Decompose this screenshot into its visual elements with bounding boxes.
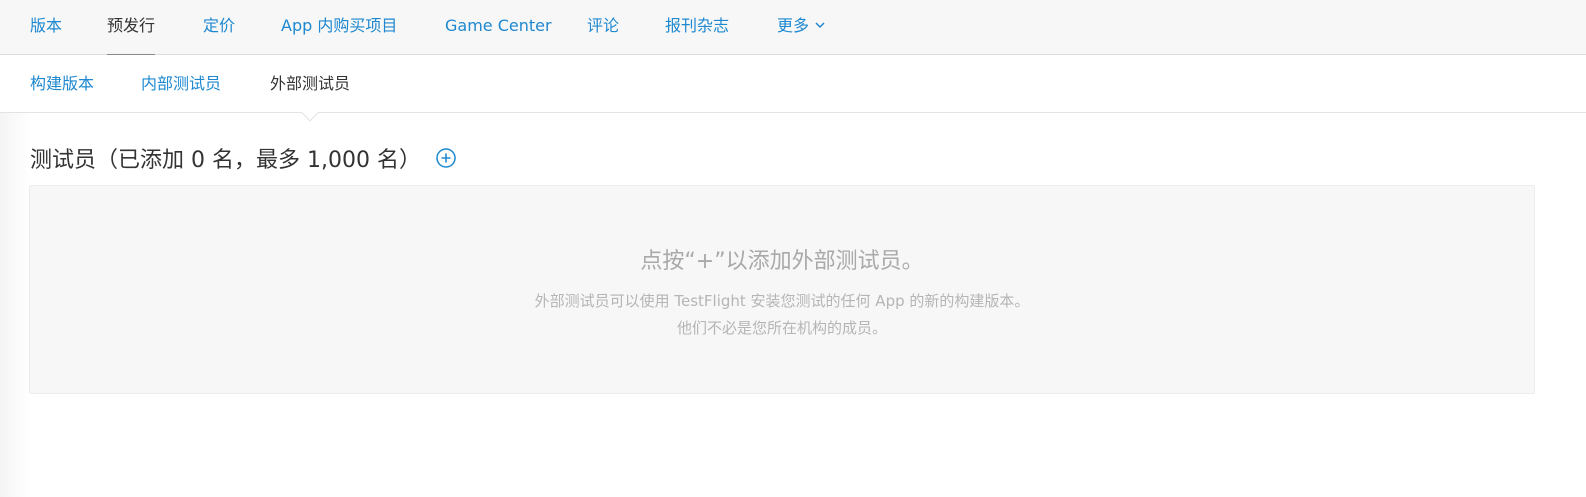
page: 版本 预发行 定价 App 内购买项目 Game Center 评论 报刊杂志 … <box>0 0 1586 497</box>
empty-state-description: 外部测试员可以使用 TestFlight 安装您测试的任何 App 的新的构建版… <box>30 288 1534 342</box>
tab-prerelease[interactable]: 预发行 <box>107 0 156 56</box>
sub-nav: 构建版本 内部测试员 外部测试员 <box>0 55 1586 122</box>
section-heading-row: 测试员（已添加 0 名，最多 1,000 名） <box>30 142 457 174</box>
empty-state-description-line1: 外部测试员可以使用 TestFlight 安装您测试的任何 App 的新的构建版… <box>534 292 1030 310</box>
tab-pricing[interactable]: 定价 <box>203 0 235 55</box>
subtab-builds[interactable]: 构建版本 <box>30 55 94 113</box>
tab-versions[interactable]: 版本 <box>30 0 62 55</box>
left-shade <box>0 112 30 497</box>
tab-more-label: 更多 <box>777 16 810 35</box>
empty-state-description-line2: 他们不必是您所在机构的成员。 <box>676 319 887 337</box>
tab-newsstand[interactable]: 报刊杂志 <box>665 0 729 55</box>
tab-more[interactable]: 更多 <box>777 0 825 55</box>
top-nav: 版本 预发行 定价 App 内购买项目 Game Center 评论 报刊杂志 … <box>0 0 1586 56</box>
empty-state-title: 点按“+”以添加外部测试员。 <box>640 249 924 274</box>
tab-reviews[interactable]: 评论 <box>587 0 619 55</box>
tab-in-app-purchases[interactable]: App 内购买项目 <box>281 0 397 55</box>
tab-game-center[interactable]: Game Center <box>445 0 552 55</box>
plus-circle-icon <box>436 148 456 168</box>
empty-testers-panel: 点按“+”以添加外部测试员。 外部测试员可以使用 TestFlight 安装您测… <box>29 185 1535 394</box>
subtab-internal-testers[interactable]: 内部测试员 <box>141 55 221 113</box>
testers-heading: 测试员（已添加 0 名，最多 1,000 名） <box>30 148 421 173</box>
add-tester-button[interactable] <box>435 147 457 169</box>
chevron-down-icon <box>815 21 825 28</box>
